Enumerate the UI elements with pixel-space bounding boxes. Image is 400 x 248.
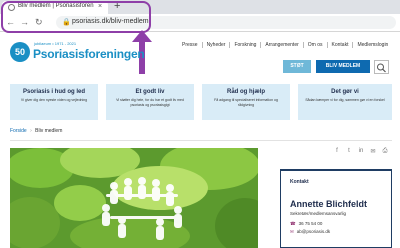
contact-card: Kontakt Annette Blichfeldt Sekretær/medl… [280,169,392,248]
tile-description: Vi giver dig den nyeste viden og vejledn… [20,98,88,102]
email-icon: ✉ [290,229,294,234]
tile-et-godt-liv[interactable]: Et godt liv Vi støtter dig hele, for du … [106,84,194,120]
tile-description: Få adgang til specialiseret information … [214,98,278,107]
linkedin-icon[interactable]: in [358,148,364,155]
logo-anniversary-badge: 50 [10,42,30,62]
tile-title: Råd og hjælp [227,89,265,95]
nav-link-medlemslogin[interactable]: Medlemslogin [353,42,392,48]
breadcrumb-current: Bliv medlem [35,128,63,134]
tile-det-goer-vi[interactable]: Det gør vi Sådan kæmper vi for dig, samm… [298,84,392,120]
contact-email-address[interactable]: ab@psoriasis.dk [297,229,330,234]
nav-link-om-os[interactable]: Om os [304,42,328,48]
search-button[interactable] [374,60,389,74]
nav-link-forskning[interactable]: Forskning [230,42,262,48]
search-icon [377,63,386,73]
tile-description: Vi støtter dig hele, for du har et godt … [116,98,184,107]
nav-link-presse[interactable]: Presse [178,42,203,48]
annotation-highlight-box [1,1,151,33]
contact-phone[interactable]: ☎ 36 75 54 00 [290,221,322,227]
twitter-icon[interactable]: t [346,148,352,155]
top-navigation: Presse Nyheder Forskning Arrangementer O… [178,42,392,48]
support-button[interactable]: STØT [283,60,311,73]
nav-link-kontakt[interactable]: Kontakt [328,42,354,48]
contact-phone-number[interactable]: 36 75 54 00 [299,221,323,226]
breadcrumb-separator: › [30,128,32,134]
email-icon[interactable]: ✉ [370,148,376,155]
contact-name: Annette Blichfeldt [290,199,368,209]
hero-leaves-paper-people-image [10,148,258,248]
nav-link-arrangementer[interactable]: Arrangementer [261,42,304,48]
tile-title: Det gør vi [331,89,359,95]
tile-title: Et godt liv [135,89,165,95]
facebook-icon[interactable]: f [334,148,340,155]
contact-role: Sekretær/medlemsansvarlig [290,211,347,216]
breadcrumb: Forside › Bliv medlem [10,128,62,134]
contact-heading: Kontakt [290,179,309,185]
phone-icon: ☎ [290,221,296,226]
share-icons: f t in ✉ ⎙ [334,148,394,155]
logo-name: Psoriasisforeningen [33,47,145,61]
content-divider [10,140,392,141]
become-member-button[interactable]: BLIV MEDLEM [316,60,370,73]
hero-image [10,148,258,248]
tile-raad-og-hjaelp[interactable]: Råd og hjælp Få adgang til specialiseret… [202,84,290,120]
contact-email[interactable]: ✉ ab@psoriasis.dk [290,229,330,235]
logo-tagline: jubilaeum • 1971 - 2021 [34,41,77,46]
tile-description: Sådan kæmper vi for dig, sammen gør vi e… [305,98,385,102]
tile-title: Psoriasis i hud og led [22,89,85,95]
print-icon[interactable]: ⎙ [382,148,388,155]
breadcrumb-home-link[interactable]: Forside [10,128,27,134]
site-logo[interactable]: 50 jubilaeum • 1971 - 2021 Psoriasisfore… [10,40,145,64]
nav-link-nyheder[interactable]: Nyheder [203,42,231,48]
tile-psoriasis-hud-og-led[interactable]: Psoriasis i hud og led Vi giver dig den … [10,84,98,120]
